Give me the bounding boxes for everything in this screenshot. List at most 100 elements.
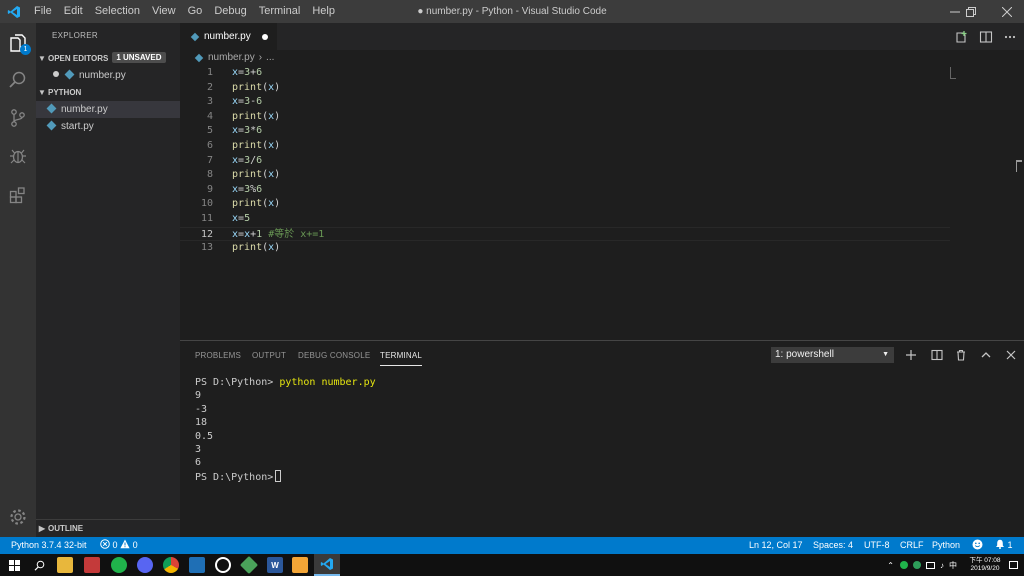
code-text: print(x)	[232, 81, 281, 93]
code-line[interactable]: 7 x=3/6	[180, 154, 950, 169]
terminal-select[interactable]: 1: powershell ▼	[771, 347, 894, 363]
volume-icon[interactable]: ♪	[940, 561, 944, 570]
code-line[interactable]: 1 x=3+6	[180, 66, 950, 81]
ime-indicator[interactable]: 中	[949, 560, 957, 571]
unsaved-dot-icon[interactable]	[262, 34, 268, 40]
more-actions-button[interactable]	[1002, 29, 1018, 45]
notes-app-icon[interactable]	[292, 557, 308, 573]
code-editor[interactable]: 1 x=3+6 2 print(x) 3 x=3-6 4 print(x) 5 x=3*6 6 pri…	[180, 65, 1024, 340]
kill-terminal-button[interactable]	[953, 347, 969, 363]
word-app-icon[interactable]: W	[267, 557, 283, 573]
line-app-icon[interactable]	[111, 557, 127, 573]
feedback-button[interactable]	[972, 537, 983, 554]
encoding-status[interactable]: UTF-8	[864, 537, 890, 554]
panel-tab-output[interactable]: OUTPUT	[252, 350, 286, 362]
maximize-panel-button[interactable]	[978, 347, 994, 363]
problems-status[interactable]: 0 0	[100, 537, 138, 554]
code-line[interactable]: 2 print(x)	[180, 81, 950, 96]
code-line[interactable]: 10 print(x)	[180, 197, 950, 212]
split-editor-button[interactable]	[978, 29, 994, 45]
line-number: 1	[206, 67, 213, 78]
minimap[interactable]	[950, 67, 956, 79]
notifications-button[interactable]: 1	[995, 537, 1013, 554]
overview-ruler[interactable]	[1016, 160, 1022, 172]
open-editor-item[interactable]: number.py	[36, 67, 180, 84]
discord-app-icon[interactable]	[137, 557, 153, 573]
menu-edit[interactable]: Edit	[58, 0, 89, 23]
code-line[interactable]: 13 print(x)	[180, 241, 950, 256]
network-icon[interactable]	[926, 561, 935, 569]
clock[interactable]: 下午 07:08 2019/9/20	[965, 557, 1005, 573]
source-control-button[interactable]	[0, 100, 36, 136]
media-app-icon[interactable]	[84, 557, 100, 573]
code-line[interactable]: 4 print(x)	[180, 110, 950, 125]
unsaved-dot-icon	[53, 71, 59, 77]
code-line[interactable]: 11 x=5	[180, 212, 950, 227]
show-hidden-icons-icon[interactable]: ⌃	[887, 561, 894, 570]
code-line[interactable]: 5 x=3*6	[180, 124, 950, 139]
new-terminal-button[interactable]	[903, 347, 919, 363]
code-text: print(x)	[232, 198, 281, 210]
menu-terminal[interactable]: Terminal	[253, 0, 307, 23]
breadcrumb-more[interactable]: ...	[266, 51, 274, 65]
file-item-number[interactable]: number.py	[36, 101, 180, 118]
menu-debug[interactable]: Debug	[208, 0, 252, 23]
windows-start-button[interactable]	[6, 557, 22, 573]
eol-status[interactable]: CRLF	[900, 537, 924, 554]
outline-label: OUTLINE	[48, 524, 84, 533]
taskbar-search-button[interactable]	[31, 557, 47, 573]
close-window-button[interactable]	[984, 0, 1024, 23]
settings-button[interactable]	[0, 499, 36, 535]
chrome-app-icon[interactable]	[163, 557, 179, 573]
menu-view[interactable]: View	[146, 0, 182, 23]
file-item-start[interactable]: start.py	[36, 118, 180, 135]
menu-selection[interactable]: Selection	[89, 0, 146, 23]
close-panel-button[interactable]	[1003, 347, 1019, 363]
search-icon	[34, 560, 44, 571]
vscode-taskbar-button[interactable]	[314, 554, 340, 576]
indentation-status[interactable]: Spaces: 4	[813, 537, 853, 554]
file-explorer-app-icon[interactable]	[57, 557, 73, 573]
split-terminal-button[interactable]	[929, 347, 945, 363]
code-line[interactable]: 8 print(x)	[180, 168, 950, 183]
open-editors-section[interactable]: ▼ OPEN EDITORS 1 UNSAVED	[36, 50, 180, 67]
breadcrumb-file[interactable]: number.py	[208, 51, 255, 65]
menu-file[interactable]: File	[28, 0, 58, 23]
debug-button[interactable]	[0, 138, 36, 174]
code-text: x=x+1 #等於 x+=1	[232, 228, 325, 240]
line-tray-icon[interactable]	[900, 561, 908, 569]
extensions-button[interactable]	[0, 177, 36, 213]
code-line[interactable]: 6 print(x)	[180, 139, 950, 154]
explorer-button[interactable]: 1	[0, 25, 36, 61]
system-tray: ⌃ ♪ 中 下午 07:08 2019/9/20	[887, 554, 1024, 576]
code-line[interactable]: 9 x=3%6	[180, 183, 950, 198]
panel-tab-problems[interactable]: PROBLEMS	[195, 350, 241, 362]
cursor-position-status[interactable]: Ln 12, Col 17	[749, 537, 803, 554]
code-text: x=5	[232, 213, 251, 224]
open-changes-button[interactable]	[954, 29, 970, 45]
mail-app-icon[interactable]	[189, 557, 205, 573]
notification-count: 1	[1007, 540, 1013, 550]
interpreter-status[interactable]: Python 3.7.4 32-bit	[11, 537, 87, 554]
terminal-output[interactable]: PS D:\Python> python number.py 9 -3 18 0…	[195, 376, 995, 483]
tab-number-py[interactable]: number.py	[180, 23, 277, 50]
panel-tab-debug-console[interactable]: DEBUG CONSOLE	[298, 350, 370, 362]
outline-section[interactable]: ▶ OUTLINE	[36, 519, 180, 537]
panel-tab-terminal[interactable]: TERMINAL	[380, 350, 423, 366]
code-line-current[interactable]: 12 x=x+1 #等於 x+=1	[180, 226, 950, 242]
wechat-tray-icon[interactable]	[913, 561, 921, 569]
circle-app-icon[interactable]	[215, 557, 231, 573]
python-folder-section[interactable]: ▼ PYTHON	[36, 84, 180, 101]
terminal-current-prompt-line: PS D:\Python>	[195, 469, 995, 483]
windows-taskbar: W ⌃ ♪ 中 下午 07:08 2019/9/20	[0, 554, 1024, 576]
language-status[interactable]: Python	[932, 537, 960, 554]
unsaved-badge: 1 UNSAVED	[112, 52, 166, 63]
smiley-icon	[972, 539, 983, 550]
code-text: print(x)	[232, 242, 281, 254]
menu-help[interactable]: Help	[306, 0, 341, 23]
git-app-icon[interactable]	[239, 555, 259, 575]
code-line[interactable]: 3 x=3-6	[180, 95, 950, 110]
action-center-icon[interactable]	[1009, 561, 1018, 569]
search-button[interactable]	[0, 62, 36, 98]
menu-go[interactable]: Go	[182, 0, 209, 23]
